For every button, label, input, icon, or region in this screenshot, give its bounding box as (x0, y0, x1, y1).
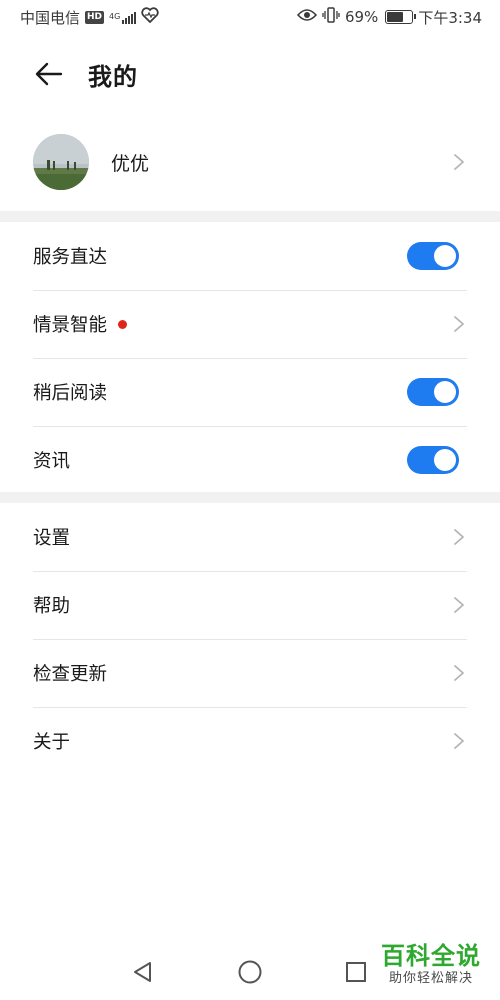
square-recents-icon (346, 962, 366, 982)
circle-home-icon (238, 960, 262, 984)
list-item-label: 服务直达 (33, 247, 108, 268)
nav-home-button[interactable] (236, 958, 264, 986)
eye-comfort-icon (296, 8, 318, 26)
list-item-read-later[interactable]: 稍后阅读 (0, 358, 500, 426)
watermark-subtitle: 助你轻松解决 (388, 971, 473, 986)
feature-list: 服务直达 情景智能 稍后阅读 资讯 (0, 222, 500, 494)
vibrate-icon (322, 7, 340, 27)
battery-percent: 69% (344, 8, 379, 26)
hd-voice-icon: HD (85, 10, 105, 24)
list-item-label: 情景智能 (33, 315, 108, 336)
chevron-right-icon (454, 597, 464, 613)
network-type-label: 4G (109, 12, 121, 21)
section-divider (0, 211, 500, 222)
chevron-right-icon (454, 154, 464, 170)
avatar (33, 134, 89, 190)
list-item-scene-smart[interactable]: 情景智能 (0, 290, 500, 358)
read-later-toggle[interactable] (407, 378, 459, 406)
battery-icon (385, 10, 417, 24)
list-item-label: 关于 (33, 732, 71, 753)
back-arrow-icon (35, 62, 63, 86)
clock: 下午3:34 (418, 8, 482, 27)
service-direct-toggle[interactable] (407, 242, 459, 270)
page-title: 我的 (88, 62, 138, 91)
nav-back-button[interactable] (129, 958, 157, 986)
signal-icon (122, 11, 137, 24)
carrier-label: 中国电信 (20, 8, 81, 27)
nav-recents-button[interactable] (342, 958, 370, 986)
section-divider (0, 492, 500, 503)
back-button[interactable] (32, 57, 66, 91)
list-item-label: 资讯 (33, 451, 71, 472)
toggle-knob (434, 245, 456, 267)
list-item-check-update[interactable]: 检查更新 (0, 639, 500, 707)
list-item-label: 设置 (33, 528, 71, 549)
list-item-label-wrap: 情景智能 (33, 311, 452, 337)
list-item-label: 稍后阅读 (33, 383, 108, 404)
watermark-title: 百科全说 (381, 942, 481, 970)
app-header: 我的 (0, 44, 500, 104)
list-item-about[interactable]: 关于 (0, 707, 500, 775)
status-bar: 中国电信 HD 4G 69% 下午3:34 (0, 0, 500, 34)
profile-row[interactable]: 优优 (0, 126, 500, 198)
status-bar-left: 中国电信 HD 4G (20, 7, 159, 28)
chevron-right-icon (454, 733, 464, 749)
list-item-settings[interactable]: 设置 (0, 503, 500, 571)
status-bar-right: 69% 下午3:34 (296, 7, 482, 28)
list-item-label: 帮助 (33, 596, 71, 617)
news-toggle[interactable] (407, 446, 459, 474)
list-item-label: 检查更新 (33, 664, 108, 685)
chevron-right-icon (454, 529, 464, 545)
toggle-knob (434, 381, 456, 403)
chevron-right-icon (454, 316, 464, 332)
watermark: 百科全说 助你轻松解决 (376, 942, 486, 988)
profile-name: 优优 (111, 152, 150, 175)
list-item-help[interactable]: 帮助 (0, 571, 500, 639)
list-item-service-direct[interactable]: 服务直达 (0, 222, 500, 290)
health-heart-icon (141, 7, 159, 27)
toggle-knob (434, 449, 456, 471)
list-item-news[interactable]: 资讯 (0, 426, 500, 494)
settings-list: 设置 帮助 检查更新 关于 (0, 503, 500, 775)
triangle-back-icon (134, 962, 151, 982)
notification-dot (118, 319, 128, 329)
chevron-right-icon (454, 665, 464, 681)
